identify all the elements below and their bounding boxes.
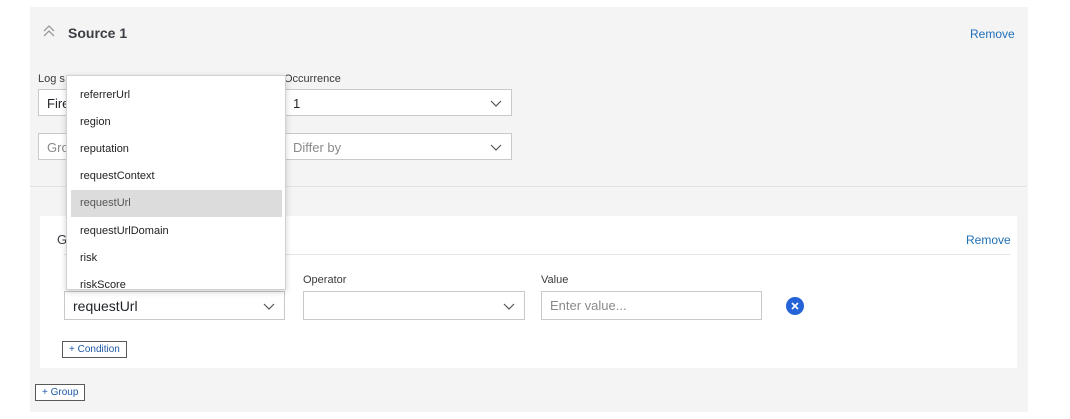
remove-source-link[interactable]: Remove: [970, 27, 1015, 41]
close-circle-icon: [791, 302, 799, 310]
dropdown-option[interactable]: referrerUrl: [71, 82, 282, 109]
field-select[interactable]: requestUrl: [64, 291, 285, 320]
chevron-double-up-icon[interactable]: [40, 22, 58, 40]
chevron-down-icon: [490, 100, 502, 107]
field-dropdown-list: referrerUrl region reputation requestCon…: [66, 75, 286, 290]
differ-by-select[interactable]: Differ by: [284, 133, 512, 160]
field-select-value: requestUrl: [73, 298, 138, 314]
value-label: Value: [541, 274, 569, 286]
dropdown-option[interactable]: reputation: [71, 136, 282, 163]
dropdown-option[interactable]: region: [71, 109, 282, 136]
value-input-placeholder: Enter value...: [550, 298, 627, 313]
dropdown-option-selected[interactable]: requestUrl: [71, 190, 282, 217]
log-source-label: Log s: [38, 73, 65, 85]
operator-label: Operator: [303, 274, 347, 286]
clear-condition-button[interactable]: [786, 297, 804, 315]
dropdown-option[interactable]: risk: [71, 245, 282, 272]
operator-select[interactable]: [303, 291, 525, 320]
occurrence-select[interactable]: 1: [284, 89, 512, 116]
remove-group-link[interactable]: Remove: [966, 233, 1011, 247]
occurrence-label: Occurrence: [284, 73, 341, 85]
chevron-down-icon: [490, 144, 502, 151]
add-group-button[interactable]: + Group: [35, 384, 86, 401]
dropdown-option[interactable]: requestContext: [71, 163, 282, 190]
value-input[interactable]: Enter value...: [541, 291, 762, 320]
source-title: Source 1: [68, 25, 128, 41]
occurrence-value: 1: [293, 96, 301, 111]
dropdown-option[interactable]: riskScore: [71, 272, 282, 289]
chevron-down-icon: [503, 303, 515, 310]
dropdown-option[interactable]: requestUrlDomain: [71, 218, 282, 245]
add-condition-button[interactable]: + Condition: [62, 341, 127, 358]
chevron-down-icon: [263, 303, 275, 310]
differ-by-placeholder: Differ by: [293, 140, 342, 155]
